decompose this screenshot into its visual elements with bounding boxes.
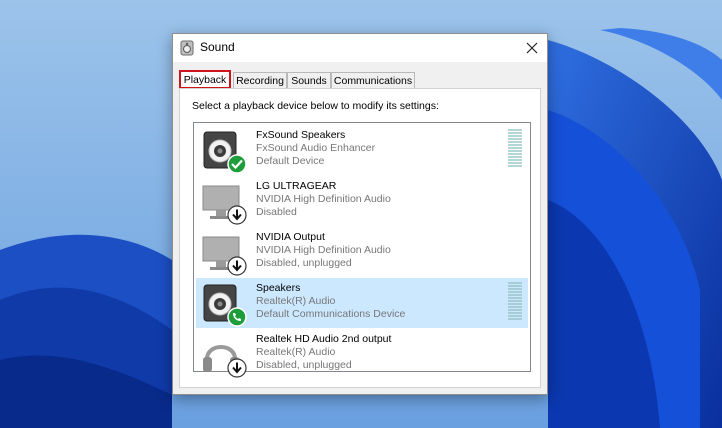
down-arrow-badge-icon	[227, 256, 247, 276]
tab-communications[interactable]: Communications	[331, 72, 415, 88]
instructions-text: Select a playback device below to modify…	[192, 100, 439, 112]
device-name: Realtek HD Audio 2nd output	[256, 333, 392, 345]
device-item-speakers[interactable]: Speakers Realtek(R) Audio Default Commun…	[196, 278, 528, 328]
device-driver: FxSound Audio Enhancer	[256, 142, 376, 154]
device-item-lg-ultragear[interactable]: LG ULTRAGEAR NVIDIA High Definition Audi…	[196, 176, 528, 226]
tab-sounds[interactable]: Sounds	[287, 72, 331, 88]
title-bar[interactable]: Sound	[173, 34, 547, 62]
device-status: Disabled	[256, 206, 297, 218]
speaker-app-icon	[180, 40, 194, 56]
tab-playback[interactable]: Playback	[179, 70, 231, 89]
sound-dialog: Sound Playback Recording Sounds Communic…	[172, 33, 548, 395]
down-arrow-badge-icon	[227, 205, 247, 225]
volume-meter	[508, 282, 522, 322]
device-status: Default Communications Device	[256, 308, 406, 320]
device-status: Default Device	[256, 155, 325, 167]
device-driver: Realtek(R) Audio	[256, 346, 336, 358]
device-status: Disabled, unplugged	[256, 359, 352, 371]
down-arrow-badge-icon	[227, 358, 247, 378]
device-driver: NVIDIA High Definition Audio	[256, 244, 391, 256]
tab-recording[interactable]: Recording	[233, 72, 287, 88]
device-name: LG ULTRAGEAR	[256, 180, 337, 192]
device-driver: Realtek(R) Audio	[256, 295, 336, 307]
playback-panel: Select a playback device below to modify…	[179, 88, 541, 388]
device-driver: NVIDIA High Definition Audio	[256, 193, 391, 205]
window-title: Sound	[200, 40, 235, 54]
check-badge-icon	[227, 154, 247, 174]
close-icon	[526, 42, 538, 54]
device-item-nvidia-output[interactable]: NVIDIA Output NVIDIA High Definition Aud…	[196, 227, 528, 277]
device-name: NVIDIA Output	[256, 231, 325, 243]
device-item-fxsound-speakers[interactable]: FxSound Speakers FxSound Audio Enhancer …	[196, 125, 528, 175]
device-status: Disabled, unplugged	[256, 257, 352, 269]
device-name: Speakers	[256, 282, 301, 294]
phone-badge-icon	[227, 307, 247, 327]
device-name: FxSound Speakers	[256, 129, 346, 141]
close-button[interactable]	[517, 34, 547, 62]
device-list[interactable]: FxSound Speakers FxSound Audio Enhancer …	[193, 122, 531, 378]
device-item-realtek-2nd-output[interactable]: Realtek HD Audio 2nd output Realtek(R) A…	[196, 329, 528, 379]
volume-meter	[508, 129, 522, 169]
